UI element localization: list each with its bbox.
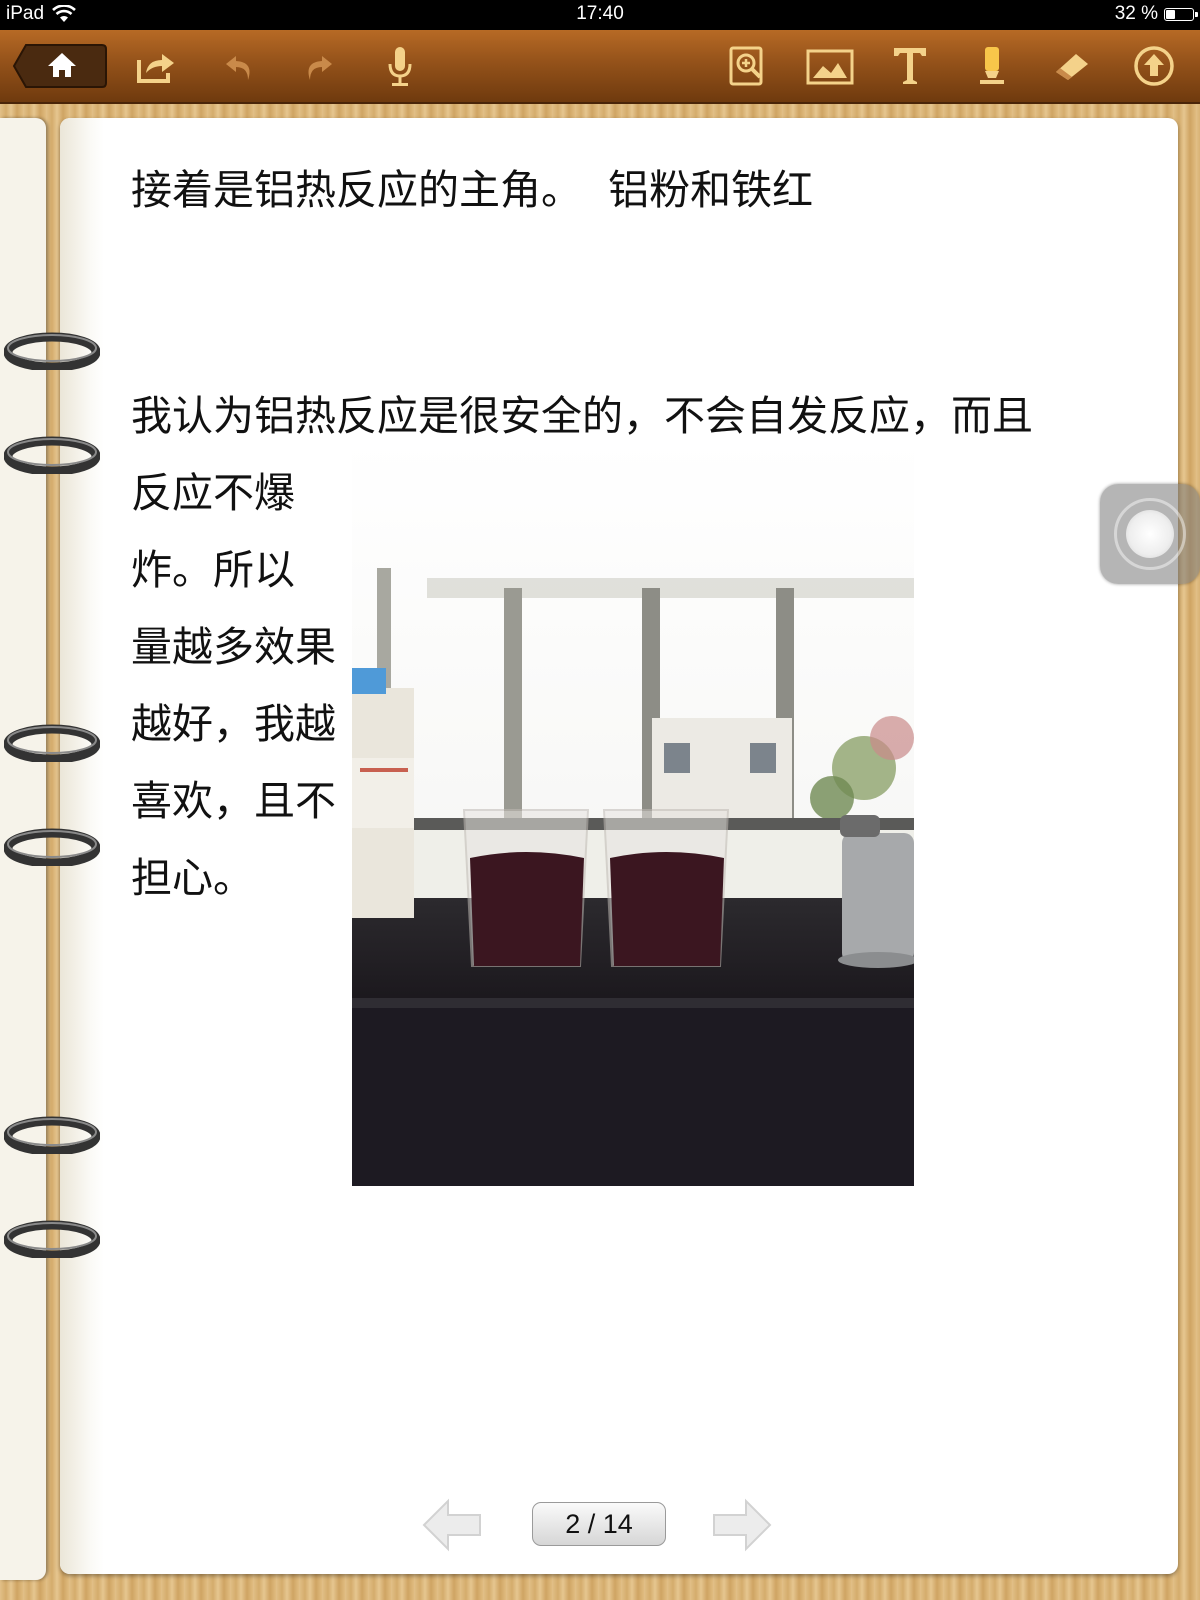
binder-ring-icon [4, 1220, 100, 1258]
eraser-button[interactable] [1046, 40, 1098, 92]
note-paragraph-line: 我认为铝热反应是很安全的，不会自发反应，而且 [131, 392, 1033, 440]
binder-ring-icon [4, 1116, 100, 1154]
redo-icon [308, 56, 332, 80]
note-paragraph-2[interactable]: 我认为铝热反应是很安全的，不会自发反应，而且 反应不爆 炸。所以 量越多效果 越… [131, 378, 1171, 917]
share-icon [137, 54, 174, 83]
text-button[interactable] [884, 40, 936, 92]
toolbar [0, 30, 1200, 104]
zoom-button[interactable] [722, 40, 774, 92]
insert-image-button[interactable] [804, 40, 856, 92]
status-bar: iPad 17:40 32 % [0, 0, 1200, 30]
note-paragraph-line: 越好，我越 [131, 700, 336, 748]
note-paragraph-line: 量越多效果 [131, 623, 336, 671]
eraser-icon [1056, 54, 1088, 80]
undo-icon [226, 56, 250, 80]
image-icon [806, 49, 854, 85]
status-right: 32 % [1114, 3, 1198, 25]
zoom-icon [729, 46, 763, 86]
binder-ring-icon [4, 724, 100, 762]
binder-ring-icon [4, 828, 100, 866]
highlighter-icon [980, 47, 1004, 84]
previous-page-arrow-icon[interactable] [420, 1497, 484, 1553]
assistive-touch-button[interactable] [1100, 484, 1200, 584]
redo-button[interactable] [292, 40, 344, 92]
battery-level [1166, 9, 1175, 19]
note-paragraph-line: 喜欢，且不 [131, 777, 336, 825]
home-icon [12, 44, 107, 88]
page-indicator[interactable]: 2 / 14 [532, 1502, 666, 1546]
note-paragraph-line: 担心。 [131, 854, 254, 902]
battery-icon [1164, 7, 1198, 21]
binder-ring-icon [4, 332, 100, 370]
next-page-arrow-icon[interactable] [710, 1497, 774, 1553]
clock: 17:40 [576, 3, 624, 24]
upload-button[interactable] [1128, 40, 1180, 92]
share-button[interactable] [130, 40, 182, 92]
upload-icon [1134, 46, 1174, 86]
microphone-icon [388, 47, 412, 86]
microphone-button[interactable] [374, 40, 426, 92]
battery-percent: 32 % [1114, 3, 1158, 24]
note-paragraph-line: 反应不爆 [131, 469, 295, 517]
binder-ring-icon [4, 436, 100, 474]
assistive-touch-dot [1126, 510, 1174, 558]
home-button[interactable] [12, 42, 108, 90]
undo-button[interactable] [214, 40, 266, 92]
text-icon [894, 48, 926, 84]
note-paragraph-line: 炸。所以 [131, 546, 295, 594]
note-line-1[interactable]: 接着是铝热反应的主角。 铝粉和铁红 [131, 156, 813, 216]
highlighter-button[interactable] [966, 40, 1018, 92]
